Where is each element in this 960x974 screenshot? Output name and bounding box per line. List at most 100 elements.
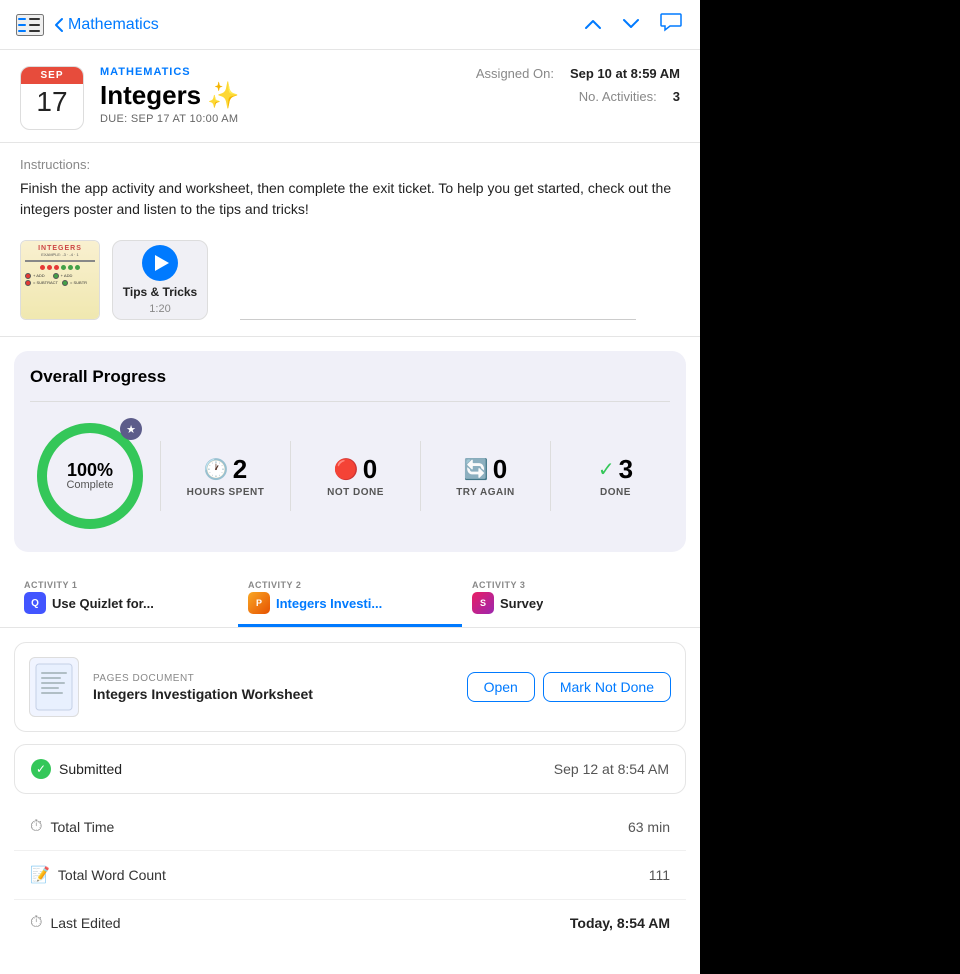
activities-value: 3 — [673, 89, 680, 104]
content-scroll[interactable]: SEP 17 MATHEMATICS Integers ✨ DUE: SEP 1… — [0, 50, 700, 974]
nav-left: Mathematics — [16, 14, 582, 36]
survey-icon: S — [472, 592, 494, 614]
total-time-left: ⏱ Total Time — [30, 818, 114, 836]
back-label: Mathematics — [68, 16, 159, 34]
done-value: 3 — [619, 454, 633, 485]
tab2-icon-row: P Integers Investi... — [248, 592, 382, 614]
total-time-icon: ⏱ — [30, 818, 42, 836]
not-done-value: 0 — [363, 454, 377, 485]
play-triangle-icon — [155, 255, 169, 271]
subject-label: MATHEMATICS — [100, 66, 460, 78]
try-again-value: 0 — [493, 454, 507, 485]
progress-stats: ★ 100% Complete 🕐 2 HOURS SPENT — [30, 416, 670, 536]
doc-info: PAGES DOCUMENT Integers Investigation Wo… — [93, 673, 453, 702]
progress-divider — [30, 401, 670, 402]
assignment-title: Integers ✨ — [100, 80, 460, 111]
video-duration: 1:20 — [149, 303, 170, 315]
not-done-label: NOT DONE — [327, 487, 384, 498]
tips-tricks-video[interactable]: Tips & Tricks 1:20 — [112, 240, 208, 320]
doc-card: PAGES DOCUMENT Integers Investigation Wo… — [14, 642, 686, 732]
integers-poster-attachment[interactable]: INTEGERS EXAMPLE: -3 · -4 · 1 — [20, 240, 100, 320]
nav-up-button[interactable] — [582, 12, 604, 37]
tab-activity-3[interactable]: ACTIVITY 3 S Survey — [462, 572, 686, 627]
assigned-on-row: Assigned On: Sep 10 at 8:59 AM — [476, 66, 680, 81]
doc-thumbnail — [29, 657, 79, 717]
total-time-label: Total Time — [50, 819, 114, 835]
stats-rows: ⏱ Total Time 63 min 📝 Total Word Count 1… — [14, 804, 686, 946]
stat-try-again: 🔄 0 TRY AGAIN — [431, 454, 540, 498]
assignment-info: MATHEMATICS Integers ✨ DUE: SEP 17 AT 10… — [100, 66, 460, 125]
assignment-meta: Assigned On: Sep 10 at 8:59 AM No. Activ… — [476, 66, 680, 104]
open-button[interactable]: Open — [467, 672, 535, 702]
submitted-label: Submitted — [59, 761, 122, 777]
tab2-num: ACTIVITY 2 — [248, 580, 301, 590]
doc-type: PAGES DOCUMENT — [93, 673, 453, 684]
activity-content: PAGES DOCUMENT Integers Investigation Wo… — [0, 628, 700, 960]
donut-label: Complete — [66, 479, 113, 491]
quizlet-icon: Q — [24, 592, 46, 614]
word-count-label: Total Word Count — [58, 867, 166, 883]
progress-section: Overall Progress ★ 100% Complete — [14, 351, 686, 552]
sidebar-toggle-icon — [18, 16, 40, 34]
last-edited-value: Today, 8:54 AM — [570, 915, 670, 931]
last-edited-row: ⏱ Last Edited Today, 8:54 AM — [14, 900, 686, 946]
last-edited-left: ⏱ Last Edited — [30, 914, 121, 932]
calendar-month: SEP — [21, 67, 83, 84]
nav-bar: Mathematics — [0, 0, 700, 50]
doc-name: Integers Investigation Worksheet — [93, 686, 453, 702]
total-time-row: ⏱ Total Time 63 min — [14, 804, 686, 851]
chevron-down-icon — [622, 18, 640, 30]
total-time-value: 63 min — [628, 819, 670, 835]
donut-center: 100% Complete — [66, 461, 113, 491]
hours-spent-value: 2 — [233, 454, 247, 485]
pages-icon: P — [248, 592, 270, 614]
last-edited-icon: ⏱ — [30, 914, 42, 932]
play-button[interactable] — [142, 245, 178, 281]
comment-icon — [660, 12, 682, 32]
due-date: DUE: SEP 17 AT 10:00 AM — [100, 113, 460, 125]
word-count-left: 📝 Total Word Count — [30, 865, 166, 885]
submitted-left: ✓ Submitted — [31, 759, 122, 779]
submitted-time: Sep 12 at 8:54 AM — [554, 761, 669, 777]
tab2-title: Integers Investi... — [276, 596, 382, 611]
mark-not-done-button[interactable]: Mark Not Done — [543, 672, 671, 702]
stats-divider-2 — [290, 441, 291, 511]
try-again-label: TRY AGAIN — [456, 487, 515, 498]
stats-divider-1 — [160, 441, 161, 511]
try-again-icon: 🔄 — [464, 457, 489, 482]
tab3-title: Survey — [500, 596, 543, 611]
attachments-section: INTEGERS EXAMPLE: -3 · -4 · 1 — [0, 232, 700, 337]
comment-button[interactable] — [658, 10, 684, 39]
assigned-on-label: Assigned On: — [476, 66, 554, 81]
video-title: Tips & Tricks — [123, 285, 197, 299]
not-done-icon: 🔴 — [334, 457, 359, 482]
horizontal-divider — [240, 319, 636, 320]
sidebar-toggle-button[interactable] — [16, 14, 44, 36]
clock-icon: 🕐 — [204, 457, 229, 482]
stats-divider-4 — [550, 441, 551, 511]
done-label: DONE — [600, 487, 631, 498]
assigned-on-value: Sep 10 at 8:59 AM — [570, 66, 680, 81]
submitted-check-icon: ✓ — [31, 759, 51, 779]
nav-down-button[interactable] — [620, 12, 642, 37]
star-badge: ★ — [120, 418, 142, 440]
instructions-section: Instructions: Finish the app activity an… — [0, 143, 700, 232]
stat-not-done: 🔴 0 NOT DONE — [301, 454, 410, 498]
stat-done: ✓ 3 DONE — [561, 454, 670, 498]
chevron-up-icon — [584, 18, 602, 30]
hours-spent-label: HOURS SPENT — [187, 487, 265, 498]
instructions-label: Instructions: — [20, 157, 680, 172]
chevron-left-icon — [54, 17, 64, 33]
word-count-value: 111 — [649, 867, 670, 883]
progress-title: Overall Progress — [30, 367, 670, 387]
nav-right — [582, 10, 684, 39]
stats-divider-3 — [420, 441, 421, 511]
activity-tabs: ACTIVITY 1 Q Use Quizlet for... ACTIVITY… — [0, 562, 700, 628]
tab3-icon-row: S Survey — [472, 592, 543, 614]
nav-back-button[interactable]: Mathematics — [54, 16, 159, 34]
word-count-icon: 📝 — [30, 865, 50, 885]
tab-activity-2[interactable]: ACTIVITY 2 P Integers Investi... — [238, 572, 462, 627]
last-edited-label: Last Edited — [50, 915, 120, 931]
tab-activity-1[interactable]: ACTIVITY 1 Q Use Quizlet for... — [14, 572, 238, 627]
done-check-icon: ✓ — [598, 457, 615, 482]
